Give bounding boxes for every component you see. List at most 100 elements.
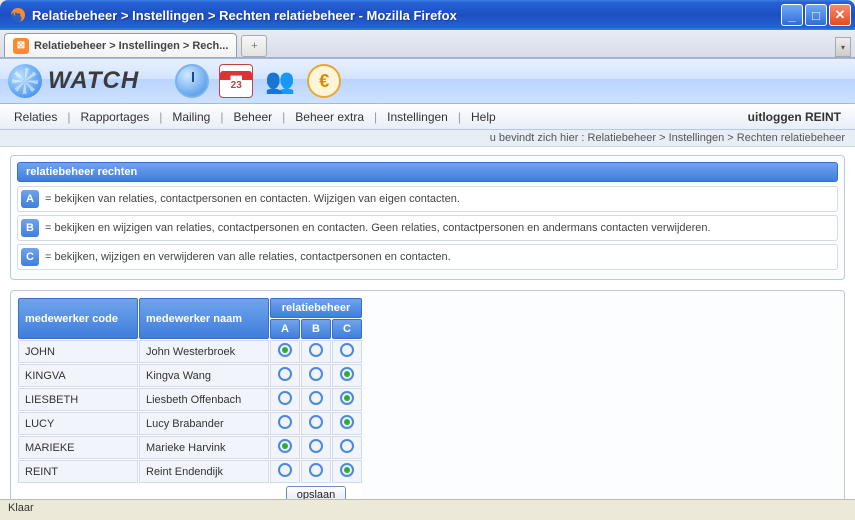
radio-c[interactable] <box>340 439 354 453</box>
browser-tab[interactable]: ⊠ Relatiebeheer > Instellingen > Rech... <box>4 33 237 57</box>
cell-radio-a[interactable] <box>270 388 300 411</box>
radio-c-selected[interactable] <box>340 463 354 477</box>
logo-star-icon <box>8 64 42 98</box>
nav-separator: | <box>276 110 291 124</box>
nav-separator: | <box>214 110 229 124</box>
table-row: KINGVAKingva Wang <box>18 364 362 387</box>
window-titlebar: Relatiebeheer > Instellingen > Rechten r… <box>0 0 855 30</box>
legend-text: = bekijken van relaties, contactpersonen… <box>45 193 460 205</box>
cell-radio-a[interactable] <box>270 436 300 459</box>
cell-radio-a[interactable] <box>270 412 300 435</box>
content-area: relatiebeheer rechten A = bekijken van re… <box>0 147 855 499</box>
radio-a-selected[interactable] <box>278 439 292 453</box>
calendar-day: 23 <box>231 80 242 91</box>
euro-icon[interactable]: € <box>307 64 341 98</box>
legend-badge: C <box>21 248 39 266</box>
legend-panel: relatiebeheer rechten A = bekijken van re… <box>10 155 845 280</box>
table-row: MARIEKEMarieke Harvink <box>18 436 362 459</box>
radio-a[interactable] <box>278 415 292 429</box>
legend-row: C = bekijken, wijzigen en verwijderen van… <box>17 244 838 270</box>
app-logo: WATCH <box>8 64 139 98</box>
radio-a[interactable] <box>278 367 292 381</box>
nav-item-mailing[interactable]: Mailing <box>168 110 214 124</box>
calendar-icon[interactable]: ▄▄ 23 <box>219 64 253 98</box>
radio-b[interactable] <box>309 391 323 405</box>
close-button[interactable]: ✕ <box>829 4 851 26</box>
cell-radio-b[interactable] <box>301 460 331 483</box>
radio-c[interactable] <box>340 343 354 357</box>
tab-strip: ⊠ Relatiebeheer > Instellingen > Rech...… <box>0 30 855 58</box>
nav-item-help[interactable]: Help <box>467 110 500 124</box>
radio-b[interactable] <box>309 367 323 381</box>
radio-a[interactable] <box>278 391 292 405</box>
cell-radio-a[interactable] <box>270 340 300 363</box>
cell-code: LUCY <box>18 412 138 435</box>
status-bar: Klaar <box>0 499 855 519</box>
nav-separator: | <box>452 110 467 124</box>
radio-c-selected[interactable] <box>340 367 354 381</box>
cell-radio-b[interactable] <box>301 340 331 363</box>
nav-separator: | <box>153 110 168 124</box>
cell-radio-c[interactable] <box>332 460 362 483</box>
cell-code: KINGVA <box>18 364 138 387</box>
nav-item-instellingen[interactable]: Instellingen <box>383 110 452 124</box>
cell-radio-c[interactable] <box>332 388 362 411</box>
cell-radio-c[interactable] <box>332 364 362 387</box>
cell-radio-a[interactable] <box>270 460 300 483</box>
cell-radio-a[interactable] <box>270 364 300 387</box>
rights-table-panel: medewerker code medewerker naam relatieb… <box>10 290 845 499</box>
col-name: medewerker naam <box>139 298 269 339</box>
cell-code: MARIEKE <box>18 436 138 459</box>
cell-code: JOHN <box>18 340 138 363</box>
col-b: B <box>301 319 331 339</box>
nav-item-beheer-extra[interactable]: Beheer extra <box>291 110 368 124</box>
table-row: REINTReint Endendijk <box>18 460 362 483</box>
tab-dropdown-button[interactable]: ▾ <box>835 37 851 57</box>
cell-name: Lucy Brabander <box>139 412 269 435</box>
maximize-button[interactable]: □ <box>805 4 827 26</box>
legend-badge: A <box>21 190 39 208</box>
new-tab-button[interactable]: + <box>241 35 267 57</box>
xampp-icon: ⊠ <box>13 38 29 54</box>
rights-table: medewerker code medewerker naam relatieb… <box>17 297 363 499</box>
cell-radio-b[interactable] <box>301 388 331 411</box>
col-code: medewerker code <box>18 298 138 339</box>
radio-b[interactable] <box>309 343 323 357</box>
clock-icon[interactable] <box>175 64 209 98</box>
legend-badge: B <box>21 219 39 237</box>
radio-a[interactable] <box>278 463 292 477</box>
cell-name: Reint Endendijk <box>139 460 269 483</box>
people-icon[interactable]: 👥 <box>263 64 297 98</box>
table-row: JOHNJohn Westerbroek <box>18 340 362 363</box>
cell-name: Marieke Harvink <box>139 436 269 459</box>
nav-item-rapportages[interactable]: Rapportages <box>76 110 153 124</box>
nav-item-beheer[interactable]: Beheer <box>229 110 276 124</box>
cell-radio-c[interactable] <box>332 436 362 459</box>
nav-separator: | <box>368 110 383 124</box>
legend-text: = bekijken, wijzigen en verwijderen van … <box>45 251 451 263</box>
cell-radio-c[interactable] <box>332 340 362 363</box>
radio-c-selected[interactable] <box>340 391 354 405</box>
nav-separator: | <box>61 110 76 124</box>
legend-title: relatiebeheer rechten <box>17 162 838 182</box>
cell-radio-b[interactable] <box>301 436 331 459</box>
col-a: A <box>270 319 300 339</box>
minimize-button[interactable]: _ <box>781 4 803 26</box>
legend-text: = bekijken en wijzigen van relaties, con… <box>45 222 711 234</box>
radio-c-selected[interactable] <box>340 415 354 429</box>
logout-link[interactable]: uitloggen REINT <box>744 110 845 124</box>
col-group: relatiebeheer <box>270 298 362 318</box>
legend-row: A = bekijken van relaties, contactpersone… <box>17 186 838 212</box>
radio-b[interactable] <box>309 415 323 429</box>
save-button[interactable]: opslaan <box>286 486 347 499</box>
legend-row: B = bekijken en wijzigen van relaties, co… <box>17 215 838 241</box>
cell-radio-b[interactable] <box>301 364 331 387</box>
radio-b[interactable] <box>309 463 323 477</box>
breadcrumb-path: Relatiebeheer > Instellingen > Rechten r… <box>588 132 845 144</box>
cell-name: Liesbeth Offenbach <box>139 388 269 411</box>
nav-item-relaties[interactable]: Relaties <box>10 110 61 124</box>
radio-b[interactable] <box>309 439 323 453</box>
radio-a-selected[interactable] <box>278 343 292 357</box>
cell-radio-c[interactable] <box>332 412 362 435</box>
cell-radio-b[interactable] <box>301 412 331 435</box>
